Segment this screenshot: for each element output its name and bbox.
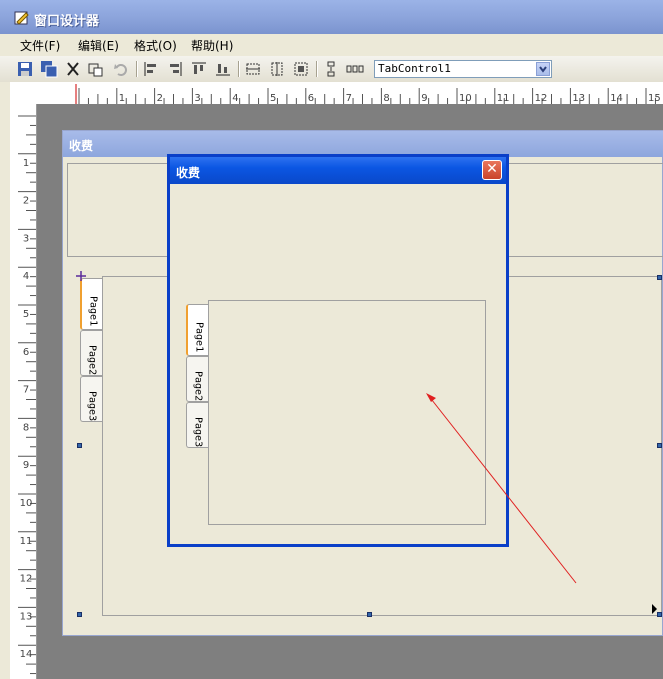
control-selector-value: TabControl1	[378, 62, 451, 75]
ruler-corner	[10, 82, 39, 105]
toolbar	[0, 56, 663, 83]
toolbar-separator	[316, 61, 318, 77]
ruler-tick-label: 13	[572, 93, 585, 104]
horizontal-ruler: 12345678910111213141516	[38, 82, 663, 105]
ruler-tick-label: 7	[23, 385, 29, 396]
ruler-tick-label: 4	[232, 93, 238, 104]
preview-tab-page1[interactable]: Page1	[186, 304, 208, 356]
close-button[interactable]: ✕	[482, 160, 502, 180]
ruler-tick-label: 6	[23, 347, 29, 358]
move-icon[interactable]	[76, 271, 86, 281]
cut-icon[interactable]	[64, 60, 82, 78]
tab-label: Page2	[192, 371, 204, 402]
ruler-tick-label: 13	[20, 611, 33, 622]
ruler-tick-label: 5	[270, 93, 276, 104]
preview-tab-panel[interactable]	[208, 300, 486, 525]
app-titlebar: 窗口设计器	[0, 0, 663, 35]
app-title: 窗口设计器	[34, 14, 100, 29]
undo-icon[interactable]	[112, 60, 130, 78]
ruler-tick-label: 2	[157, 93, 163, 104]
menu-file[interactable]: 文件(F)	[20, 37, 60, 54]
save-all-icon[interactable]	[40, 60, 58, 78]
resize-handle[interactable]	[657, 612, 662, 617]
same-size-icon[interactable]	[292, 60, 310, 78]
design-tab-page3[interactable]: Page3	[80, 376, 102, 422]
save-icon[interactable]	[16, 60, 34, 78]
same-width-icon[interactable]	[244, 60, 262, 78]
ruler-tick-label: 10	[20, 498, 33, 509]
resize-handle[interactable]	[77, 612, 82, 617]
design-tab-page2[interactable]: Page2	[80, 330, 102, 376]
ruler-tick-label: 2	[23, 196, 29, 207]
ruler-tick-label: 7	[346, 93, 352, 104]
ruler-tick-label: 14	[610, 93, 623, 104]
toolbar-separator	[136, 61, 138, 77]
resize-handle[interactable]	[77, 443, 82, 448]
design-tab-page1[interactable]: Page1	[80, 278, 102, 330]
dropdown-arrow-icon[interactable]	[536, 62, 550, 76]
vertical-ruler: 1 2 3 4 5 6 7 8 9 10 11 12 13 14	[10, 104, 37, 679]
preview-tab-page3[interactable]: Page3	[186, 402, 208, 448]
resize-handle[interactable]	[367, 612, 372, 617]
paste-icon[interactable]	[86, 60, 104, 78]
ruler-tick-label: 3	[23, 233, 29, 244]
control-selector-dropdown[interactable]: TabControl1	[374, 60, 552, 78]
ruler-tick-label: 5	[23, 309, 29, 320]
align-top-icon[interactable]	[190, 60, 208, 78]
ruler-tick-label: 8	[383, 93, 389, 104]
toolbar-separator	[238, 61, 240, 77]
ruler-tick-label: 1	[23, 158, 29, 169]
ruler-tick-label: 14	[20, 649, 33, 660]
horizontal-spacing-icon[interactable]	[346, 60, 364, 78]
preview-tab-page2[interactable]: Page2	[186, 356, 208, 402]
tab-label: Page3	[86, 391, 98, 422]
tab-label: Page3	[192, 417, 204, 448]
align-right-icon[interactable]	[166, 60, 184, 78]
tab-label: Page2	[86, 345, 98, 376]
preview-window[interactable]: 收费 ✕ Page1 Page2 Page3	[167, 154, 509, 547]
vertical-spacing-icon[interactable]	[322, 60, 340, 78]
same-height-icon[interactable]	[268, 60, 286, 78]
resize-handle[interactable]	[657, 275, 662, 280]
menu-edit[interactable]: 编辑(E)	[78, 37, 119, 54]
ruler-tick-label: 1	[119, 93, 125, 104]
menu-bar: 文件(F) 编辑(E) 格式(O) 帮助(H)	[0, 34, 663, 57]
ruler-tick-label: 9	[23, 460, 29, 471]
ruler-tick-label: 11	[20, 536, 33, 547]
ruler-tick-label: 12	[535, 93, 548, 104]
ruler-tick-label: 12	[20, 574, 33, 585]
design-form-title: 收费	[69, 139, 94, 153]
ruler-tick-label: 4	[23, 271, 29, 282]
ruler-tick-label: 3	[194, 93, 200, 104]
preview-title: 收费	[176, 166, 201, 180]
ruler-tick-label: 10	[459, 93, 472, 104]
align-left-icon[interactable]	[142, 60, 160, 78]
ruler-tick-label: 6	[308, 93, 314, 104]
resize-handle[interactable]	[657, 443, 662, 448]
ruler-tick-label: 11	[497, 93, 510, 104]
tab-label: Page1	[87, 296, 99, 327]
pencil-icon	[14, 11, 29, 25]
ruler-tick-label: 8	[23, 422, 29, 433]
align-bottom-icon[interactable]	[214, 60, 232, 78]
tab-label: Page1	[193, 322, 205, 353]
menu-format[interactable]: 格式(O)	[134, 37, 177, 54]
ruler-tick-label: 9	[421, 93, 427, 104]
preview-titlebar[interactable]: 收费 ✕	[170, 157, 506, 184]
ruler-tick-label: 15	[648, 93, 661, 104]
menu-help[interactable]: 帮助(H)	[191, 37, 233, 54]
